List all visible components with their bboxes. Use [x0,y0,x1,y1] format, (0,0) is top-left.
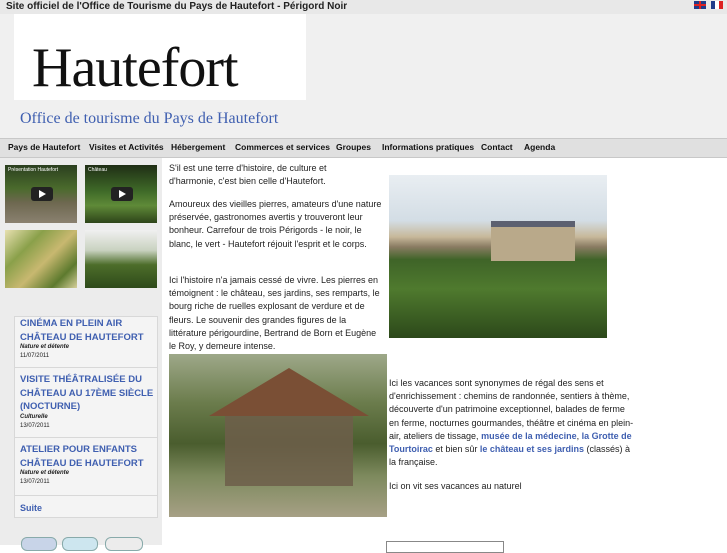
nav-visites-activites[interactable]: Visites et Activités [89,142,164,152]
french-flag-icon[interactable] [711,1,723,9]
main-nav: Pays de Hautefort Visites et Activités H… [0,138,727,158]
nav-pays-de-hautefort[interactable]: Pays de Hautefort [8,142,80,152]
closing-paragraph: Ici on vit ses vacances au naturel [389,481,522,491]
nav-agenda[interactable]: Agenda [524,142,555,152]
header: Hautefort Office de tourisme du Pays de … [0,14,727,138]
nav-contact[interactable]: Contact [481,142,513,152]
logo[interactable]: Hautefort [32,40,239,96]
nav-groupes[interactable]: Groupes [336,142,371,152]
main-content: S'il est une terre d'histoire, de cultur… [169,158,724,545]
chateau-photo [389,175,607,338]
sidebar-button[interactable] [105,537,143,551]
divider [15,495,157,496]
top-bar: Site officiel de l'Office de Tourisme du… [0,0,727,14]
event-title[interactable]: ATELIER POUR ENFANTS CHÂTEAU DE HAUTEFOR… [20,443,158,470]
sidebar-button[interactable] [21,537,57,551]
intro-paragraph: S'il est une terre d'histoire, de cultur… [169,163,327,187]
play-icon [31,187,53,201]
logo-panel: Hautefort [14,14,306,100]
lavoir-structure [225,416,353,486]
lavoir-photo [169,354,387,517]
photo-thumbnail-garden[interactable] [5,230,77,288]
lavoir-roof [209,368,369,416]
event-category: Culturelle [20,414,48,420]
site-title: Site officiel de l'Office de Tourisme du… [6,1,348,12]
events-panel: CINÉMA EN PLEIN AIR CHÂTEAU DE HAUTEFORT… [14,316,158,518]
event-date: 13/07/2011 [20,423,50,429]
nav-hebergement[interactable]: Hébergement [171,142,225,152]
paragraph-history: Ici l'histoire n'a jamais cessé de vivre… [169,275,380,352]
paragraph-holidays: Ici les vacances sont synonymes de régal… [389,378,634,468]
paragraph-nature: Amoureux des vieilles pierres, amateurs … [169,199,382,249]
nav-informations-pratiques[interactable]: Informations pratiques [382,142,474,152]
event-category: Nature et détente [20,344,70,350]
sidebar-button[interactable] [62,537,98,551]
event-title[interactable]: VISITE THÉÂTRALISÉE DU CHÂTEAU AU 17ÈME … [20,373,158,414]
divider [15,437,157,438]
musee-medecine-link[interactable]: musée de la médecine [481,431,577,441]
divider [15,367,157,368]
bottom-box [386,541,504,553]
chateau-illustration [491,221,575,261]
play-icon [111,187,133,201]
event-date: 11/07/2011 [20,353,50,359]
event-date: 13/07/2011 [20,479,50,485]
video-thumbnail-chateau[interactable]: Château [85,165,157,223]
event-title[interactable]: CINÉMA EN PLEIN AIR CHÂTEAU DE HAUTEFORT [20,317,158,344]
events-more-link[interactable]: Suite [20,503,42,513]
video-thumbnail-presentation[interactable]: Présentation Hautefort [5,165,77,223]
photo-thumbnail-landscape[interactable] [85,230,157,288]
tagline: Office de tourisme du Pays de Hautefort [20,110,279,127]
english-flag-icon[interactable] [694,1,706,9]
chateau-jardins-link[interactable]: le château et ses jardins [480,444,584,454]
nav-commerces-services[interactable]: Commerces et services [235,142,330,152]
event-category: Nature et détente [20,470,70,476]
